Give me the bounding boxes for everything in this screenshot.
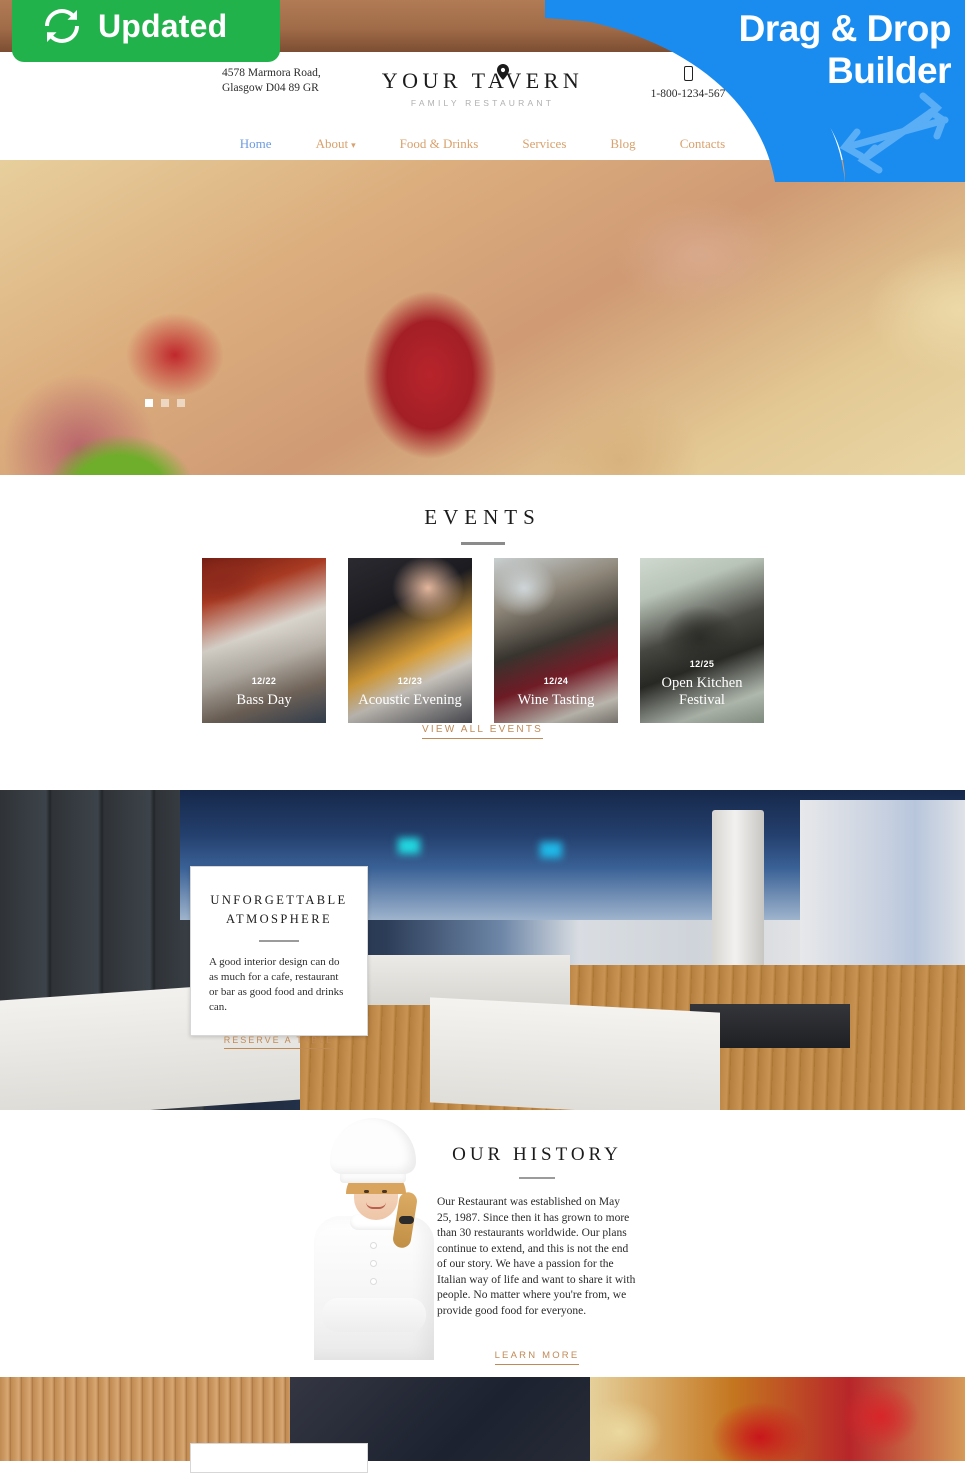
event-card[interactable]: 12/23 Acoustic Evening <box>348 558 472 723</box>
event-card[interactable]: 12/25 Open Kitchen Festival <box>640 558 764 723</box>
event-date: 12/25 <box>689 659 715 669</box>
ceiling-light-glow <box>398 838 420 854</box>
chef-coat-button <box>370 1260 377 1267</box>
chef-arms <box>322 1298 426 1332</box>
events-title-divider <box>460 542 505 545</box>
event-card[interactable]: 12/22 Bass Day <box>202 558 326 723</box>
atmosphere-title-line-1: UNFORGETTABLE <box>210 893 348 907</box>
history-title: OUR HISTORY <box>452 1144 622 1165</box>
event-title: Wine Tasting <box>517 692 595 708</box>
chef-coat-button <box>370 1242 377 1249</box>
event-card[interactable]: 12/24 Wine Tasting <box>494 558 618 723</box>
chef-illustration <box>288 1110 453 1360</box>
chef-coat-button <box>370 1278 377 1285</box>
updated-badge: Updated <box>12 0 280 62</box>
hero-dot-2[interactable] <box>161 399 169 407</box>
nav-about-label: About <box>315 136 349 151</box>
chef-eye-right <box>382 1190 387 1193</box>
food-band-section <box>0 1377 965 1461</box>
atmosphere-body: A good interior design can do as much fo… <box>209 955 344 1013</box>
nav-item-home[interactable]: Home <box>218 136 294 152</box>
history-divider <box>519 1177 555 1179</box>
bottom-content-card <box>190 1443 368 1473</box>
history-content: OUR HISTORY Our Restaurant was establish… <box>437 1144 637 1365</box>
nav-item-services[interactable]: Services <box>500 136 588 152</box>
hero-dot-3[interactable] <box>177 399 185 407</box>
mobile-phone-icon <box>683 66 693 81</box>
hero-slider[interactable] <box>0 160 965 475</box>
dining-table <box>360 955 570 1005</box>
event-title: Acoustic Evening <box>358 692 462 708</box>
view-all-events-link[interactable]: VIEW ALL EVENTS <box>422 724 543 739</box>
event-date: 12/23 <box>397 676 423 686</box>
nav-item-about[interactable]: About ▾ <box>294 136 378 152</box>
hero-dot-1[interactable] <box>145 399 153 407</box>
nav-item-food-drinks[interactable]: Food & Drinks <box>378 136 501 152</box>
events-grid: 12/22 Bass Day 12/23 Acoustic Evening 12… <box>202 558 764 723</box>
view-all-events-wrap: VIEW ALL EVENTS <box>0 719 965 739</box>
chef-toque-icon <box>330 1118 416 1174</box>
events-title: EVENTS <box>424 505 541 529</box>
learn-more-wrap: LEARN MORE <box>437 1345 637 1365</box>
logo-title: YOUR TAVERN <box>381 68 584 93</box>
history-body: Our Restaurant was established on May 25… <box>437 1196 636 1317</box>
atmosphere-divider <box>259 940 299 942</box>
dining-table <box>430 997 720 1110</box>
learn-more-button[interactable]: LEARN MORE <box>494 1350 580 1365</box>
event-title: Open Kitchen Festival <box>661 675 743 708</box>
event-date: 12/24 <box>543 676 569 686</box>
atmosphere-title-line-2: ATMOSPHERE <box>226 912 332 926</box>
event-date: 12/22 <box>251 676 277 686</box>
atmosphere-section <box>0 790 965 1110</box>
updated-badge-label: Updated <box>98 7 228 44</box>
phone-number: 1-800-1234-567 <box>650 88 726 100</box>
atmosphere-title: UNFORGETTABLE ATMOSPHERE <box>207 891 351 929</box>
reserve-a-table-button[interactable]: RESERVE A TABLE <box>223 1034 335 1049</box>
main-navigation[interactable]: Home About ▾ Food & Drinks Services Blog … <box>0 130 965 158</box>
logo-tagline: FAMILY RESTAURANT <box>410 98 555 108</box>
reserve-table-wrap: RESERVE A TABLE <box>207 1030 351 1049</box>
ceiling-light-glow <box>540 842 562 858</box>
chef-hair-tie <box>399 1216 414 1224</box>
site-logo[interactable]: YOUR TAVERN FAMILY RESTAURANT <box>0 68 965 108</box>
atmosphere-card: UNFORGETTABLE ATMOSPHERE A good interior… <box>190 866 368 1049</box>
header-phone[interactable]: 1-800-1234-567 <box>608 66 768 102</box>
nav-item-blog[interactable]: Blog <box>588 136 657 152</box>
chevron-down-icon: ▾ <box>351 140 356 150</box>
chef-eye-left <box>364 1190 369 1193</box>
event-title: Bass Day <box>236 692 292 708</box>
refresh-icon <box>45 9 79 43</box>
nav-item-contacts[interactable]: Contacts <box>658 136 748 152</box>
events-section: EVENTS 12/22 Bass Day 12/23 Acoustic Eve… <box>0 475 965 790</box>
hero-slider-dots[interactable] <box>145 399 185 407</box>
chef-coat <box>314 1216 434 1360</box>
